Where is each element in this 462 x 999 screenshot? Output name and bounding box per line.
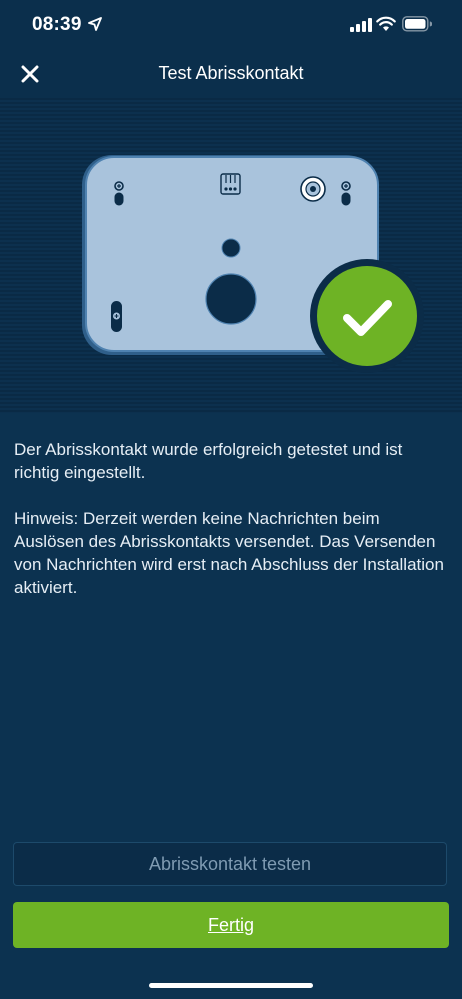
tamper-switch-icon xyxy=(300,176,326,202)
home-indicator xyxy=(149,983,313,988)
status-bar: 08:39 xyxy=(0,0,462,50)
battery-icon xyxy=(402,16,432,32)
done-button[interactable]: Fertig xyxy=(13,902,449,948)
cellular-signal-icon xyxy=(350,18,372,32)
test-tamper-button[interactable]: Abrisskontakt testen xyxy=(13,842,447,886)
device-backplate-illustration xyxy=(82,155,424,373)
location-arrow-icon xyxy=(88,17,102,31)
page-title: Test Abrisskontakt xyxy=(158,63,304,83)
nav-bar: Test Abrisskontakt xyxy=(0,50,462,98)
wifi-icon xyxy=(376,16,396,31)
check-circle-icon xyxy=(310,259,424,373)
hint-message: Hinweis: Derzeit werden keine Nachrichte… xyxy=(14,509,444,597)
status-time: 08:39 xyxy=(32,14,82,35)
message-content: Der Abrisskontakt wurde erfolgreich gete… xyxy=(14,438,444,622)
screw-slot-bottom-left-icon xyxy=(111,301,122,332)
success-message: Der Abrisskontakt wurde erfolgreich gete… xyxy=(14,440,403,482)
hero-illustration-area xyxy=(0,98,462,413)
